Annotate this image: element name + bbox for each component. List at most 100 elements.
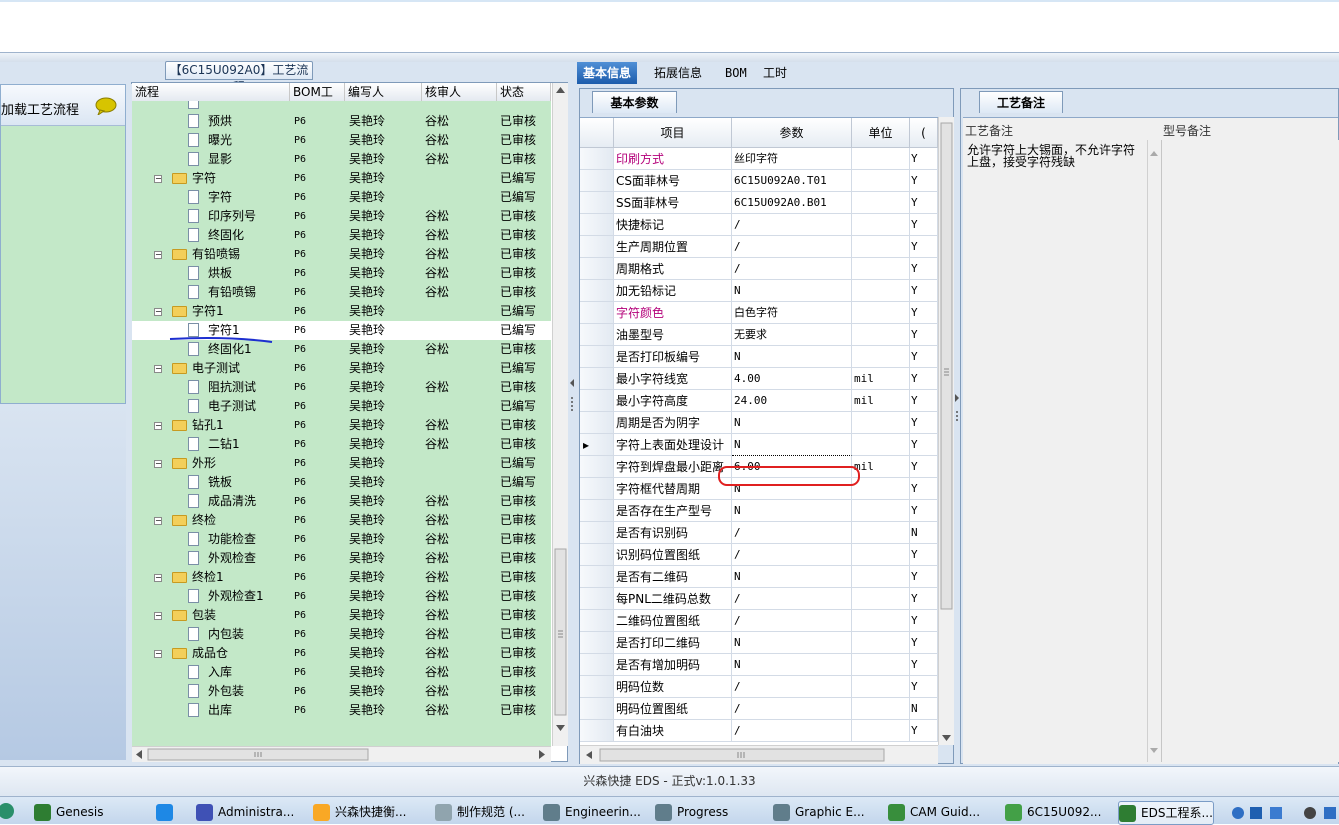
col-flow[interactable]: 流程 <box>132 83 290 101</box>
load-process-button[interactable]: 加载工艺流程 <box>1 85 125 126</box>
col-item[interactable]: 项目 <box>614 118 732 148</box>
tab-basic-params[interactable]: 基本参数 <box>592 91 677 113</box>
param-row[interactable]: SS面菲林号 6C15U092A0.B01 Y <box>580 192 938 214</box>
param-row[interactable]: 周期格式 / Y <box>580 258 938 280</box>
param-value[interactable]: 4.00 <box>732 368 852 390</box>
process-notes-textarea[interactable]: 允许字符上大锡面，不允许字符上盘，接受字符残缺 <box>965 142 1151 758</box>
param-row[interactable]: 加无铅标记 N Y <box>580 280 938 302</box>
tree-row[interactable]: 外包装 P6 吴艳玲 谷松 已审核 <box>132 682 551 701</box>
collapse-toggle-icon[interactable]: − <box>154 365 162 373</box>
tree-row[interactable]: − 电子测试 P6 吴艳玲 已编写 <box>132 359 551 378</box>
system-tray-icon[interactable] <box>1228 799 1338 823</box>
tree-row[interactable] <box>132 101 551 112</box>
tree-row[interactable]: 有铅喷锡 P6 吴艳玲 谷松 已审核 <box>132 283 551 302</box>
left-splitter[interactable] <box>126 84 132 762</box>
param-value[interactable]: / <box>732 214 852 236</box>
start-orb-icon[interactable] <box>0 800 18 822</box>
param-row[interactable]: ▸ 字符上表面处理设计 N Y <box>580 434 938 456</box>
collapse-toggle-icon[interactable]: − <box>154 612 162 620</box>
col-more[interactable]: ( <box>910 118 938 148</box>
tree-row[interactable]: 二钻1 P6 吴艳玲 谷松 已审核 <box>132 435 551 454</box>
param-value[interactable]: / <box>732 720 852 742</box>
param-row[interactable]: CS面菲林号 6C15U092A0.T01 Y <box>580 170 938 192</box>
tree-row[interactable]: 外观检查 P6 吴艳玲 谷松 已审核 <box>132 549 551 568</box>
param-row[interactable]: 印刷方式 丝印字符 Y <box>580 148 938 170</box>
param-row[interactable]: 快捷标记 / Y <box>580 214 938 236</box>
param-value[interactable]: / <box>732 544 852 566</box>
collapse-toggle-icon[interactable]: − <box>154 308 162 316</box>
param-value[interactable]: / <box>732 588 852 610</box>
param-value[interactable]: 24.00 <box>732 390 852 412</box>
tree-row[interactable]: 入库 P6 吴艳玲 谷松 已审核 <box>132 663 551 682</box>
param-value[interactable]: / <box>732 236 852 258</box>
collapse-toggle-icon[interactable]: − <box>154 422 162 430</box>
tree-row[interactable]: − 字符1 P6 吴艳玲 已编写 <box>132 302 551 321</box>
col-param[interactable]: 参数 <box>732 118 852 148</box>
tree-row[interactable]: − 外形 P6 吴艳玲 已编写 <box>132 454 551 473</box>
param-row[interactable]: 是否打印板编号 N Y <box>580 346 938 368</box>
param-value[interactable]: / <box>732 258 852 280</box>
taskbar-button[interactable]: Genesis <box>34 801 104 823</box>
param-value[interactable]: N <box>732 566 852 588</box>
param-row[interactable]: 是否打印二维码 N Y <box>580 632 938 654</box>
taskbar-button[interactable]: EDS工程系... <box>1118 801 1214 825</box>
param-row[interactable]: 最小字符高度 24.00 mil Y <box>580 390 938 412</box>
tree-row[interactable]: 铣板 P6 吴艳玲 已编写 <box>132 473 551 492</box>
param-row[interactable]: 明码位置图纸 / N <box>580 698 938 720</box>
tab-process-notes[interactable]: 工艺备注 <box>979 91 1063 113</box>
collapse-toggle-icon[interactable]: − <box>154 251 162 259</box>
param-row[interactable]: 是否存在生产型号 N Y <box>580 500 938 522</box>
param-row[interactable]: 每PNL二维码总数 / Y <box>580 588 938 610</box>
tree-row[interactable]: − 有铅喷锡 P6 吴艳玲 谷松 已审核 <box>132 245 551 264</box>
notes-scrollbar[interactable] <box>1147 140 1160 762</box>
tree-row[interactable]: 成品清洗 P6 吴艳玲 谷松 已审核 <box>132 492 551 511</box>
tab-extended-info[interactable]: 拓展信息 <box>648 62 708 84</box>
param-value[interactable]: N <box>732 280 852 302</box>
col-status[interactable]: 状态 <box>497 83 551 101</box>
taskbar-button[interactable]: Administra... <box>196 801 294 823</box>
tab-basic-info[interactable]: 基本信息 <box>577 62 638 84</box>
taskbar-button[interactable]: 制作规范 (... <box>435 801 525 823</box>
param-row[interactable]: 字符颜色 白色字符 Y <box>580 302 938 324</box>
tree-row[interactable]: 电子测试 P6 吴艳玲 已编写 <box>132 397 551 416</box>
param-row[interactable]: 二维码位置图纸 / Y <box>580 610 938 632</box>
taskbar-button[interactable]: Graphic E... <box>773 801 865 823</box>
collapse-toggle-icon[interactable]: − <box>154 650 162 658</box>
param-value[interactable]: / <box>732 522 852 544</box>
tab-bom[interactable]: BOM <box>719 62 753 84</box>
collapse-toggle-icon[interactable]: − <box>154 574 162 582</box>
tree-row[interactable]: − 包装 P6 吴艳玲 谷松 已审核 <box>132 606 551 625</box>
param-value[interactable]: N <box>732 412 852 434</box>
tree-row[interactable]: 终固化 P6 吴艳玲 谷松 已审核 <box>132 226 551 245</box>
taskbar-button[interactable]: Progress <box>655 801 728 823</box>
param-row[interactable]: 识别码位置图纸 / Y <box>580 544 938 566</box>
param-row[interactable]: 周期是否为阴字 N Y <box>580 412 938 434</box>
param-value[interactable]: 白色字符 <box>732 302 852 324</box>
param-row[interactable]: 明码位数 / Y <box>580 676 938 698</box>
tree-row[interactable]: 功能检查 P6 吴艳玲 谷松 已审核 <box>132 530 551 549</box>
tree-row[interactable]: 显影 P6 吴艳玲 谷松 已审核 <box>132 150 551 169</box>
tree-row[interactable]: − 字符 P6 吴艳玲 已编写 <box>132 169 551 188</box>
param-value[interactable]: N <box>732 346 852 368</box>
tree-row[interactable]: 外观检查1 P6 吴艳玲 谷松 已审核 <box>132 587 551 606</box>
collapse-toggle-icon[interactable]: − <box>154 517 162 525</box>
tree-row[interactable]: 字符 P6 吴艳玲 已编写 <box>132 188 551 207</box>
tree-row[interactable]: 内包装 P6 吴艳玲 谷松 已审核 <box>132 625 551 644</box>
grid-horizontal-scrollbar[interactable] <box>580 745 938 764</box>
collapse-toggle-icon[interactable]: − <box>154 175 162 183</box>
param-value[interactable]: N <box>732 632 852 654</box>
param-value[interactable]: 无要求 <box>732 324 852 346</box>
taskbar-button[interactable]: Engineerin... <box>543 801 641 823</box>
param-row[interactable]: 是否有二维码 N Y <box>580 566 938 588</box>
tree-row[interactable]: 出库 P6 吴艳玲 谷松 已审核 <box>132 701 551 720</box>
param-value[interactable]: N <box>732 500 852 522</box>
param-value[interactable]: / <box>732 698 852 720</box>
taskbar-button[interactable] <box>156 801 178 823</box>
param-row[interactable]: 油墨型号 无要求 Y <box>580 324 938 346</box>
tab-work-hours[interactable]: 工时 <box>757 62 793 84</box>
tree-row[interactable]: − 钻孔1 P6 吴艳玲 谷松 已审核 <box>132 416 551 435</box>
taskbar-button[interactable]: 6C15U092... <box>1005 801 1101 823</box>
param-value[interactable]: 6C15U092A0.B01 <box>732 192 852 214</box>
param-value[interactable]: / <box>732 676 852 698</box>
tree-row[interactable]: 印序列号 P6 吴艳玲 谷松 已审核 <box>132 207 551 226</box>
